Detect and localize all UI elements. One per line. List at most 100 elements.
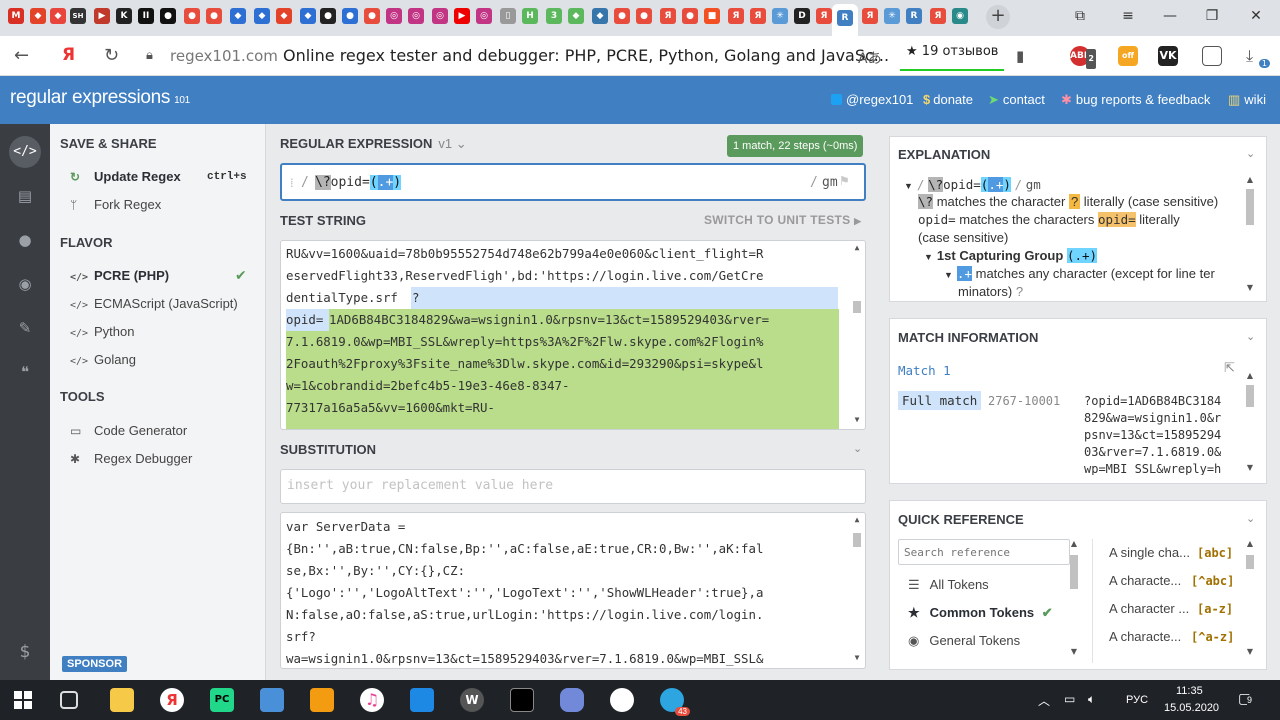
help-icon[interactable]: ?: [1016, 284, 1023, 298]
tray-chevron-icon[interactable]: ︿: [1038, 692, 1050, 709]
windows-start-icon[interactable]: [14, 691, 32, 709]
scroll-up-icon[interactable]: ▲: [1068, 539, 1080, 548]
regex-input[interactable]: ⁞ / \?opid=(.+) / gm ⚑: [280, 163, 866, 201]
share-icon[interactable]: ⇱: [1224, 361, 1235, 376]
flavor-golang[interactable]: </> Golang: [70, 352, 136, 367]
off-extension-icon[interactable]: off: [1118, 46, 1138, 66]
file-explorer-icon[interactable]: [110, 688, 134, 712]
sh-tab-icon[interactable]: SH: [70, 8, 86, 24]
yandex-tab-icon[interactable]: Я: [660, 8, 676, 24]
yandex-tab-icon[interactable]: Я: [750, 8, 766, 24]
tab-favicon[interactable]: ●: [682, 8, 698, 24]
tab-favicon[interactable]: D: [794, 8, 810, 24]
scroll-down-icon[interactable]: ▼: [851, 415, 863, 424]
test-string-scrollbar[interactable]: ▲ ▼: [851, 241, 863, 429]
tab-favicon[interactable]: ●: [206, 8, 222, 24]
gitlab-tab-icon[interactable]: ◆: [30, 8, 46, 24]
volume-icon[interactable]: 🔈︎: [1088, 692, 1095, 707]
task-view-icon[interactable]: [60, 691, 78, 709]
substitution-scrollbar[interactable]: ▲ ▼: [851, 513, 863, 668]
discord-icon[interactable]: [560, 688, 584, 712]
sublime-icon[interactable]: [310, 688, 334, 712]
bookmark-icon[interactable]: ▮: [1016, 47, 1024, 65]
scroll-up-icon[interactable]: ▲: [1244, 371, 1256, 380]
category-common-tokens[interactable]: ★ Common Tokens ✔: [908, 605, 1053, 621]
laptop-icon[interactable]: [260, 688, 284, 712]
reference-entry-label[interactable]: A character ...: [1109, 601, 1189, 616]
pause-tab-icon[interactable]: II: [138, 8, 154, 24]
tab-favicon[interactable]: ▶: [94, 8, 110, 24]
code-generator-button[interactable]: ▭ Code Generator: [70, 423, 187, 438]
scroll-thumb[interactable]: [853, 301, 861, 313]
gitlab-tab-icon[interactable]: ◆: [276, 8, 292, 24]
reference-scrollbar[interactable]: ▲ ▼: [1244, 539, 1256, 661]
category-general-tokens[interactable]: ◉ General Tokens: [908, 633, 1020, 649]
chat-icon[interactable]: ❝: [9, 356, 41, 388]
scroll-up-icon[interactable]: ▲: [851, 243, 863, 252]
code-icon[interactable]: </>: [9, 136, 41, 168]
logo[interactable]: regular expressions 101: [10, 87, 190, 109]
flavor-pcre[interactable]: </> PCRE (PHP): [70, 268, 169, 283]
tab-favicon[interactable]: ◆: [568, 8, 584, 24]
scroll-thumb[interactable]: [1070, 555, 1078, 589]
tab-favicon[interactable]: ◉: [952, 8, 968, 24]
switch-unit-tests-button[interactable]: SWITCH TO UNIT TESTS ▶: [704, 213, 861, 227]
scroll-thumb[interactable]: [1246, 385, 1254, 407]
twitter-link[interactable]: @regex101: [831, 92, 913, 107]
clock-time[interactable]: 11:35: [1176, 685, 1203, 697]
tab-favicon[interactable]: ◆: [300, 8, 316, 24]
tab-favicon[interactable]: ●: [614, 8, 630, 24]
gamepad-icon[interactable]: ◉: [9, 268, 41, 300]
categories-scrollbar[interactable]: ▲ ▼: [1068, 539, 1080, 661]
contact-link[interactable]: ➤ contact: [988, 92, 1045, 108]
version-select[interactable]: v1 ⌄: [438, 136, 466, 151]
user-icon[interactable]: ●: [9, 224, 41, 256]
wrench-icon[interactable]: ✎: [9, 312, 41, 344]
flag-icon[interactable]: ⚑: [840, 173, 848, 189]
donate-link[interactable]: $ donate: [923, 92, 973, 107]
instagram-tab-icon[interactable]: ◎: [408, 8, 424, 24]
match-info-scrollbar[interactable]: ▲ ▼: [1244, 371, 1256, 477]
explanation-root[interactable]: ▼ / \?opid=(.+) / gm: [904, 177, 1041, 192]
scroll-down-icon[interactable]: ▼: [1244, 647, 1256, 656]
youtube-tab-icon[interactable]: ▶: [454, 8, 470, 24]
bug-report-link[interactable]: ✱ bug reports & feedback: [1061, 92, 1210, 108]
tab-favicon[interactable]: ◆: [50, 8, 66, 24]
close-icon[interactable]: ✕: [1246, 8, 1266, 24]
mongodb-icon[interactable]: [610, 688, 634, 712]
regex-flags[interactable]: gm: [822, 175, 838, 190]
tab-search-icon[interactable]: ⧉: [1070, 8, 1090, 24]
active-tab[interactable]: R: [832, 4, 858, 36]
notifications-icon[interactable]: ▢ 9: [1238, 690, 1253, 707]
drag-handle-icon[interactable]: ⁞: [290, 175, 294, 191]
scroll-down-icon[interactable]: ▼: [1244, 283, 1256, 292]
url-domain[interactable]: regex101.com: [170, 47, 278, 65]
chat-tab-icon[interactable]: ●: [160, 8, 176, 24]
download-icon[interactable]: ⤓ 1: [1246, 46, 1270, 68]
tab-favicon[interactable]: ●: [636, 8, 652, 24]
pycharm-icon[interactable]: PC: [210, 688, 234, 712]
back-icon[interactable]: ←: [14, 45, 29, 66]
restore-icon[interactable]: ❐: [1202, 8, 1222, 24]
terminal-icon[interactable]: [510, 688, 534, 712]
scroll-up-icon[interactable]: ▲: [851, 515, 863, 524]
instagram-tab-icon[interactable]: ◎: [432, 8, 448, 24]
scroll-thumb[interactable]: [1246, 189, 1254, 225]
scroll-up-icon[interactable]: ▲: [1244, 539, 1256, 548]
explanation-scrollbar[interactable]: ▲ ▼: [1244, 175, 1256, 297]
reference-entry-label[interactable]: A single cha...: [1109, 545, 1190, 560]
tab-favicon[interactable]: ◆: [254, 8, 270, 24]
gmail-tab-icon[interactable]: M: [8, 8, 24, 24]
flavor-python[interactable]: </> Python: [70, 324, 134, 339]
itunes-icon[interactable]: ♫: [360, 688, 384, 712]
network-icon[interactable]: ▭: [1064, 692, 1075, 706]
github-tab-icon[interactable]: ●: [320, 8, 336, 24]
scroll-down-icon[interactable]: ▼: [851, 653, 863, 662]
instagram-tab-icon[interactable]: ◎: [386, 8, 402, 24]
sponsor-badge[interactable]: SPONSOR: [62, 656, 128, 672]
tab-favicon[interactable]: ●: [184, 8, 200, 24]
chevron-down-icon[interactable]: ⌄: [853, 442, 862, 455]
minimize-icon[interactable]: —: [1160, 8, 1180, 24]
instagram-tab-icon[interactable]: ◎: [476, 8, 492, 24]
extensions-icon[interactable]: [1202, 46, 1222, 66]
